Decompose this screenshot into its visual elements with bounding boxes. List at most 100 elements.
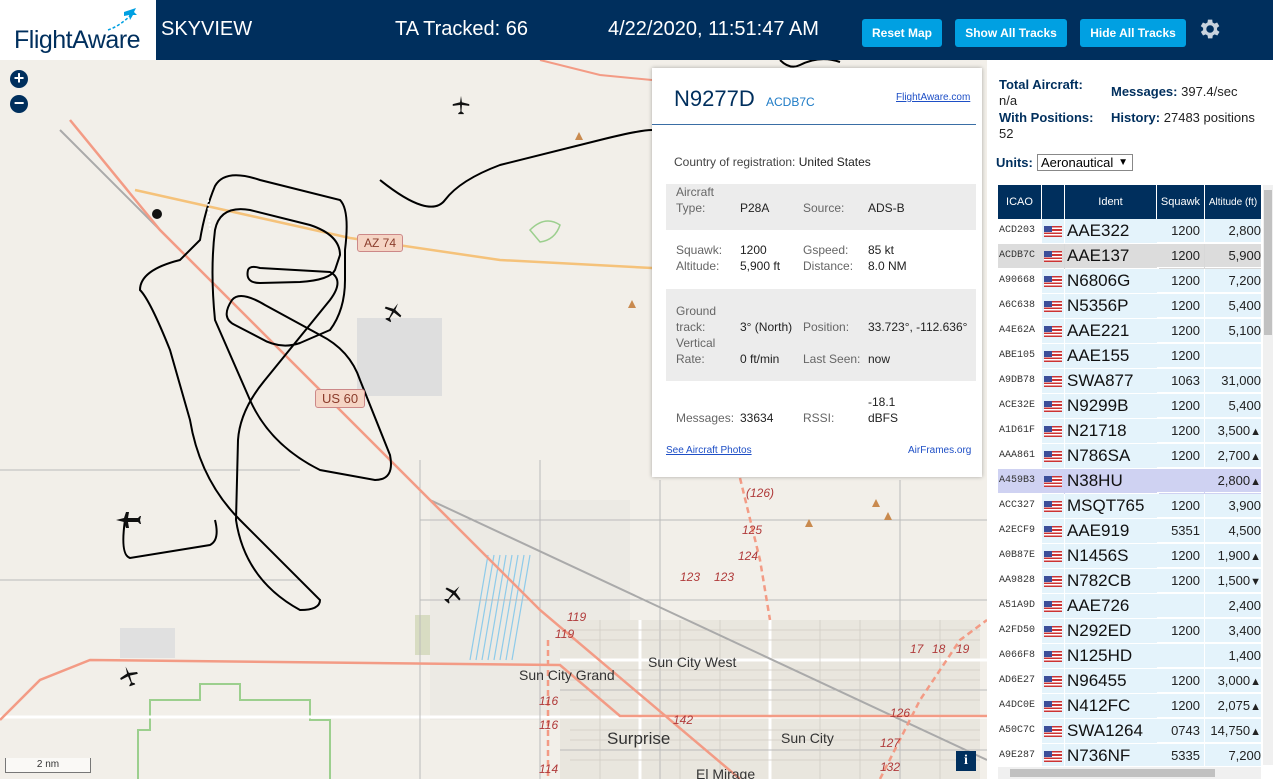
row-squawk: 1063: [1157, 369, 1204, 393]
table-row[interactable]: ACC327 MSQT765 1200 3,900: [998, 494, 1261, 519]
table-row[interactable]: A6C638 N5356P 1200 5,400: [998, 294, 1261, 319]
row-altitude: 5,900: [1205, 244, 1261, 268]
table-row[interactable]: A51A9D AAE726 2,400: [998, 594, 1261, 619]
chevron-down-icon: ▼: [1118, 157, 1128, 168]
selected-aircraft-icon[interactable]: [114, 508, 142, 532]
us-flag-icon: [1044, 376, 1062, 387]
table-row[interactable]: A9DB78 SWA877 1063 31,000: [998, 369, 1261, 394]
units-select-value: Aeronautical: [1041, 155, 1114, 170]
table-row[interactable]: A1D61F N21718 1200 3,500▲: [998, 419, 1261, 444]
place-label: Surprise: [607, 729, 671, 748]
row-icao: A9DB78: [998, 369, 1042, 394]
table-row[interactable]: A0B87E N1456S 1200 1,900▲: [998, 544, 1261, 569]
row-flag: [1042, 344, 1064, 369]
row-ident: AAE221: [1065, 319, 1159, 344]
messages-value: 33634: [740, 411, 774, 425]
row-icao: A6C638: [998, 294, 1042, 319]
settings-gear-icon[interactable]: [1196, 16, 1222, 42]
airframes-link[interactable]: AirFrames.org: [908, 445, 971, 456]
row-altitude-value: 5,400: [1228, 298, 1261, 313]
zoom-in-button[interactable]: +: [10, 69, 28, 88]
row-ident: AAE726: [1065, 594, 1159, 619]
zoom-out-button[interactable]: −: [10, 94, 28, 113]
route-number: 126: [890, 706, 911, 720]
table-row[interactable]: A066F8 N125HD 1,400: [998, 644, 1261, 669]
table-row[interactable]: AA9828 N782CB 1200 1,500▼: [998, 569, 1261, 594]
table-row[interactable]: AD6E27 N96455 1200 3,000▲: [998, 669, 1261, 694]
row-altitude: 1,400: [1205, 644, 1261, 668]
row-altitude: 14,750▲: [1205, 719, 1261, 743]
row-ident: MSQT765: [1065, 494, 1159, 519]
table-row[interactable]: A90668 N6806G 1200 7,200: [998, 269, 1261, 294]
place-label: Sun City Grand: [519, 667, 615, 683]
table-row[interactable]: A4DC0E N412FC 1200 2,075▲: [998, 694, 1261, 719]
vertical-rate-label: Vertical Rate:: [676, 336, 716, 366]
row-ident: N125HD: [1065, 644, 1159, 669]
row-icao: A2ECF9: [998, 519, 1042, 544]
map-info-button[interactable]: i: [956, 751, 976, 771]
ground-track-value: 3° (North): [740, 320, 793, 334]
col-icao[interactable]: ICAO: [998, 185, 1042, 219]
col-squawk[interactable]: Squawk: [1157, 185, 1205, 219]
col-ident[interactable]: Ident: [1065, 185, 1157, 219]
table-row[interactable]: ABE105 AAE155 1200: [998, 344, 1261, 369]
us-flag-icon: [1044, 301, 1062, 312]
units-select[interactable]: Aeronautical ▼: [1037, 154, 1133, 171]
row-flag: [1042, 569, 1064, 594]
show-all-tracks-button[interactable]: Show All Tracks: [955, 19, 1067, 47]
table-row[interactable]: A2ECF9 AAE919 5351 4,500: [998, 519, 1261, 544]
table-row[interactable]: A4E62A AAE221 1200 5,100: [998, 319, 1261, 344]
hide-all-tracks-button[interactable]: Hide All Tracks: [1080, 19, 1186, 47]
table-vertical-scroll-thumb[interactable]: [1264, 190, 1272, 335]
table-row[interactable]: A50C7C SWA1264 0743 14,750▲: [998, 719, 1261, 744]
col-altitude[interactable]: Altitude (ft): [1205, 185, 1261, 219]
route-number: 114: [539, 762, 559, 776]
popup-icao[interactable]: ACDB7C: [766, 95, 815, 109]
table-horizontal-scroll-thumb[interactable]: [1010, 769, 1215, 777]
row-squawk: 1200: [1157, 319, 1204, 343]
row-altitude-value: 1,900: [1217, 548, 1251, 563]
flightaware-logo[interactable]: FlightAware: [0, 0, 156, 60]
row-ident: AAE919: [1065, 519, 1159, 544]
reset-map-button[interactable]: Reset Map: [862, 19, 942, 47]
row-altitude: 2,800▲: [1205, 469, 1261, 493]
table-row[interactable]: A9E287 N736NF 5335 7,200: [998, 744, 1261, 766]
flightaware-link[interactable]: FlightAware.com: [896, 92, 970, 103]
altitude-trend-icon: ▲: [1250, 701, 1261, 713]
aircraft-type-value: P28A: [740, 201, 770, 215]
row-altitude-value: 7,200: [1228, 273, 1261, 288]
row-icao: ACE32E: [998, 394, 1042, 419]
row-flag: [1042, 444, 1064, 469]
aircraft-photos-link[interactable]: See Aircraft Photos: [666, 445, 752, 456]
row-altitude: 1,900▲: [1205, 544, 1261, 568]
us-flag-icon: [1044, 451, 1062, 462]
country-label: Country of registration:: [674, 155, 796, 169]
row-ident: N412FC: [1065, 694, 1159, 719]
row-altitude: 7,200: [1205, 744, 1261, 766]
us-flag-icon: [1044, 676, 1062, 687]
row-flag: [1042, 494, 1064, 519]
table-row[interactable]: ACE32E N9299B 1200 5,400: [998, 394, 1261, 419]
table-row[interactable]: AAA861 N786SA 1200 2,700▲: [998, 444, 1261, 469]
table-row[interactable]: ACD203 AAE322 1200 2,800: [998, 219, 1261, 244]
table-row[interactable]: ACDB7C AAE137 1200 5,900: [998, 244, 1261, 269]
us-flag-icon: [1044, 626, 1062, 637]
last-seen-label: Last Seen:: [803, 352, 861, 366]
altitude-trend-icon: ▲: [1250, 676, 1261, 688]
altitude-label: Altitude:: [676, 259, 720, 273]
row-ident: N38HU: [1065, 469, 1159, 494]
aircraft-marker-icon[interactable]: [450, 94, 472, 116]
place-label: Sun City: [781, 730, 834, 746]
ground-track-label: Ground track:: [676, 304, 717, 334]
table-row[interactable]: A2FD50 N292ED 1200 3,400: [998, 619, 1261, 644]
table-row[interactable]: A459B3 N38HU 2,800▲: [998, 469, 1261, 494]
us-flag-icon: [1044, 576, 1062, 587]
row-altitude-value: 7,200: [1228, 748, 1261, 763]
us-flag-icon: [1044, 326, 1062, 337]
us-flag-icon: [1044, 751, 1062, 762]
altitude-trend-icon: ▼: [1250, 576, 1261, 588]
route-number: 123: [680, 570, 701, 584]
row-altitude-value: 3,000: [1217, 673, 1251, 688]
us-flag-icon: [1044, 601, 1062, 612]
logo-plane-icon: [107, 8, 137, 31]
